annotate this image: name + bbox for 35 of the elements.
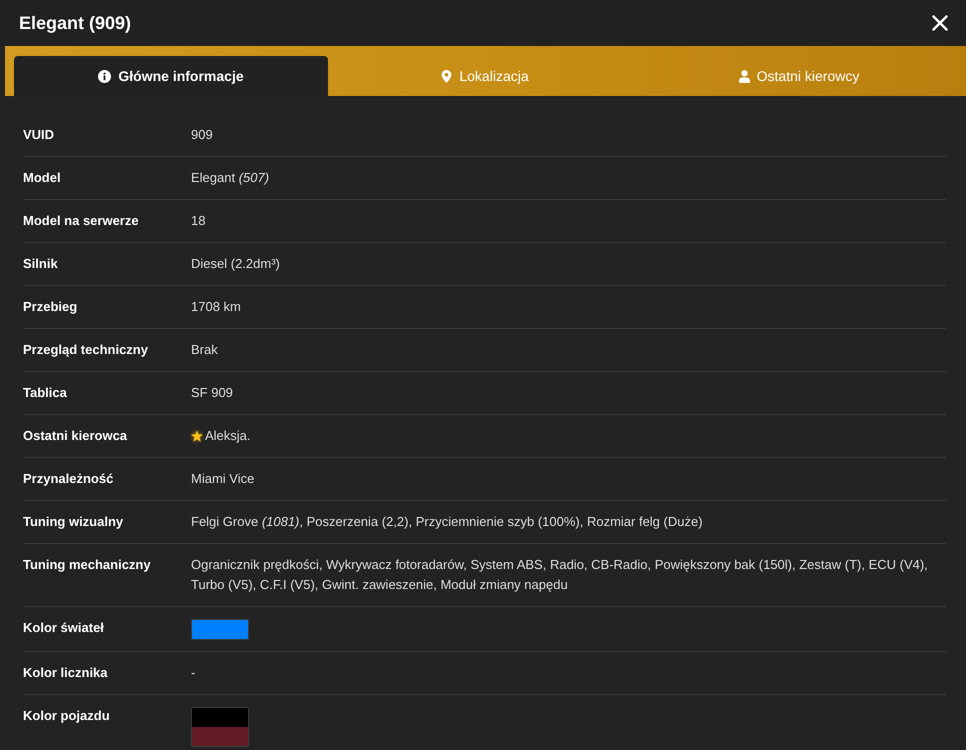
field-label: Przegląd techniczny xyxy=(23,341,149,359)
field-value: Miami Vice xyxy=(191,470,254,488)
field-value: - xyxy=(191,664,196,682)
field-value: 1708 km xyxy=(191,298,241,316)
field-label: Przynależność xyxy=(23,470,114,488)
field-label: Tuning wizualny xyxy=(23,513,124,531)
field-value: Felgi Grove (1081), Poszerzenia (2,2), Przyciemnienie szyb (100%), Rozmiar felg (Duże) xyxy=(191,513,703,531)
field-value: Diesel (2.2dm³) xyxy=(191,255,280,273)
field-label: Tuning mechaniczny xyxy=(23,556,152,574)
field-value: Brak xyxy=(191,341,218,359)
field-value: SF 909 xyxy=(191,384,233,402)
close-icon xyxy=(932,15,948,31)
field-value: Aleksja. xyxy=(205,427,251,445)
map-pin-icon xyxy=(441,70,452,82)
field-label: Ostatni kierowca xyxy=(23,427,128,445)
field-value: Elegant (507) xyxy=(191,169,270,187)
field-value: Ogranicznik prędkości, Wykrywacz fotoradarów, System ABS, Radio, CB-Radio, Powiększony bak (150l), Zestaw (T), ECU (V4), Turbo (V5), C.F.I (V5), Gwint. zawieszenie, Moduł zmiany napędu xyxy=(191,556,929,594)
window-title: Elegant (909) xyxy=(19,12,132,34)
tab[interactable]: Lokalizacja xyxy=(328,56,642,96)
field-label: Silnik xyxy=(23,255,59,273)
tab[interactable]: Główne informacje xyxy=(14,56,328,96)
field-label: Tablica xyxy=(23,384,68,402)
info-icon xyxy=(98,70,112,82)
field-label: Model na serwerze xyxy=(23,212,140,230)
field-label: Kolor świateł xyxy=(23,619,105,637)
field-label: Kolor licznika xyxy=(23,664,109,682)
field-value: 909 xyxy=(191,126,213,144)
user-icon xyxy=(738,70,750,82)
tab[interactable]: Ostatni kierowcy xyxy=(642,56,956,96)
field-label: Model xyxy=(23,169,62,187)
field-label: VUID xyxy=(23,126,56,144)
close-button[interactable] xyxy=(930,13,950,33)
field-value: 18 xyxy=(191,212,206,230)
field-label: Przebieg xyxy=(23,298,78,316)
field-label: Kolor pojazdu xyxy=(23,707,111,725)
